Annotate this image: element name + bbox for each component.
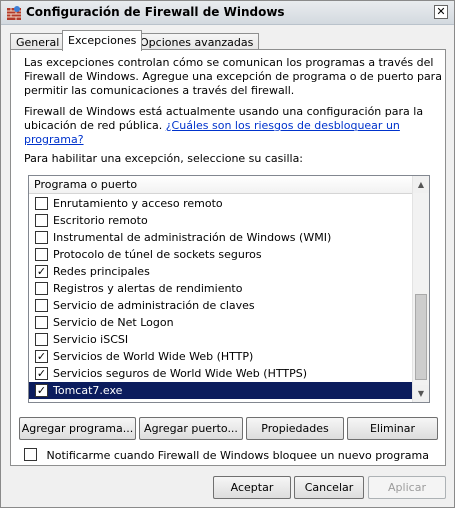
list-item[interactable]: Escritorio remoto	[29, 212, 413, 229]
list-item-label: Instrumental de administración de Window…	[53, 231, 332, 244]
properties-button[interactable]: Propiedades	[246, 417, 344, 440]
list-column-header[interactable]: Programa o puerto	[29, 176, 413, 194]
list-item-label: Servicios de World Wide Web (HTTP)	[53, 350, 254, 363]
list-item[interactable]: ✓ Servicios de World Wide Web (HTTP)	[29, 348, 413, 365]
exception-checkbox[interactable]	[35, 214, 48, 227]
delete-button[interactable]: Eliminar	[347, 417, 438, 440]
list-item[interactable]: ✓ Tomcat7.exe	[29, 382, 413, 399]
add-port-button[interactable]: Agregar puerto...	[139, 417, 243, 440]
exception-checkbox[interactable]	[35, 316, 48, 329]
exception-checkbox[interactable]	[35, 197, 48, 210]
notify-checkbox[interactable]	[24, 448, 37, 461]
vertical-scrollbar[interactable]: ▲ ▼	[412, 176, 429, 402]
list-item-label: Servicio de Net Logon	[53, 316, 174, 329]
exception-checkbox[interactable]: ✓	[35, 384, 48, 397]
title-bar[interactable]: Configuración de Firewall de Windows ✕	[1, 1, 454, 25]
exception-checkbox[interactable]	[35, 282, 48, 295]
list-item[interactable]: Enrutamiento y acceso remoto	[29, 195, 413, 212]
list-item[interactable]: Servicio iSCSI	[29, 331, 413, 348]
exception-checkbox[interactable]	[35, 299, 48, 312]
list-item[interactable]: ✓ Redes principales	[29, 263, 413, 280]
add-program-button[interactable]: Agregar programa...	[19, 417, 136, 440]
list-item[interactable]: Instrumental de administración de Window…	[29, 229, 413, 246]
cancel-button[interactable]: Cancelar	[294, 476, 364, 499]
status-text: Firewall de Windows está actualmente usa…	[24, 105, 444, 147]
list-item-label: Servicio iSCSI	[53, 333, 129, 346]
window-title: Configuración de Firewall de Windows	[26, 5, 285, 19]
close-button[interactable]: ✕	[434, 5, 448, 19]
exception-checkbox[interactable]: ✓	[35, 265, 48, 278]
list-item[interactable]: Protocolo de túnel de sockets seguros	[29, 246, 413, 263]
ok-button[interactable]: Aceptar	[213, 476, 291, 499]
list-item-label: Redes principales	[53, 265, 150, 278]
list-item-label: Protocolo de túnel de sockets seguros	[53, 248, 262, 261]
firewall-settings-window: Configuración de Firewall de Windows ✕ G…	[0, 0, 455, 508]
apply-button[interactable]: Aplicar	[368, 476, 446, 499]
exceptions-list[interactable]: Programa o puerto Enrutamiento y acceso …	[28, 175, 430, 403]
list-item-label: Escritorio remoto	[53, 214, 148, 227]
list-item-label: Servicios seguros de World Wide Web (HTT…	[53, 367, 307, 380]
notify-label: Notificarme cuando Firewall de Windows b…	[46, 449, 429, 462]
scroll-down-icon[interactable]: ▼	[413, 385, 429, 402]
exception-checkbox[interactable]: ✓	[35, 367, 48, 380]
exception-checkbox[interactable]	[35, 231, 48, 244]
list-item-label: Enrutamiento y acceso remoto	[53, 197, 223, 210]
tab-exceptions[interactable]: Excepciones	[62, 30, 143, 51]
list-item-label: Servicio de administración de claves	[53, 299, 255, 312]
instruction-label: Para habilitar una excepción, seleccione…	[24, 152, 304, 165]
exception-checkbox[interactable]	[35, 333, 48, 346]
exceptions-panel: Las excepciones controlan cómo se comuni…	[10, 49, 446, 466]
list-item[interactable]: Servicio de administración de claves	[29, 297, 413, 314]
list-item[interactable]: ✓ Servicios seguros de World Wide Web (HT…	[29, 365, 413, 382]
intro-text: Las excepciones controlan cómo se comuni…	[24, 56, 442, 97]
list-item[interactable]: Registros y alertas de rendimiento	[29, 280, 413, 297]
scroll-thumb[interactable]	[415, 294, 427, 380]
notify-option[interactable]: Notificarme cuando Firewall de Windows b…	[24, 446, 429, 462]
exception-checkbox[interactable]: ✓	[35, 350, 48, 363]
firewall-icon	[7, 6, 21, 20]
list-item[interactable]: Servicio de Net Logon	[29, 314, 413, 331]
list-item-label: Tomcat7.exe	[53, 384, 123, 397]
list-rows: Enrutamiento y acceso remoto Escritorio r…	[29, 195, 413, 399]
scroll-up-icon[interactable]: ▲	[413, 176, 429, 193]
list-item-label: Registros y alertas de rendimiento	[53, 282, 243, 295]
exception-checkbox[interactable]	[35, 248, 48, 261]
